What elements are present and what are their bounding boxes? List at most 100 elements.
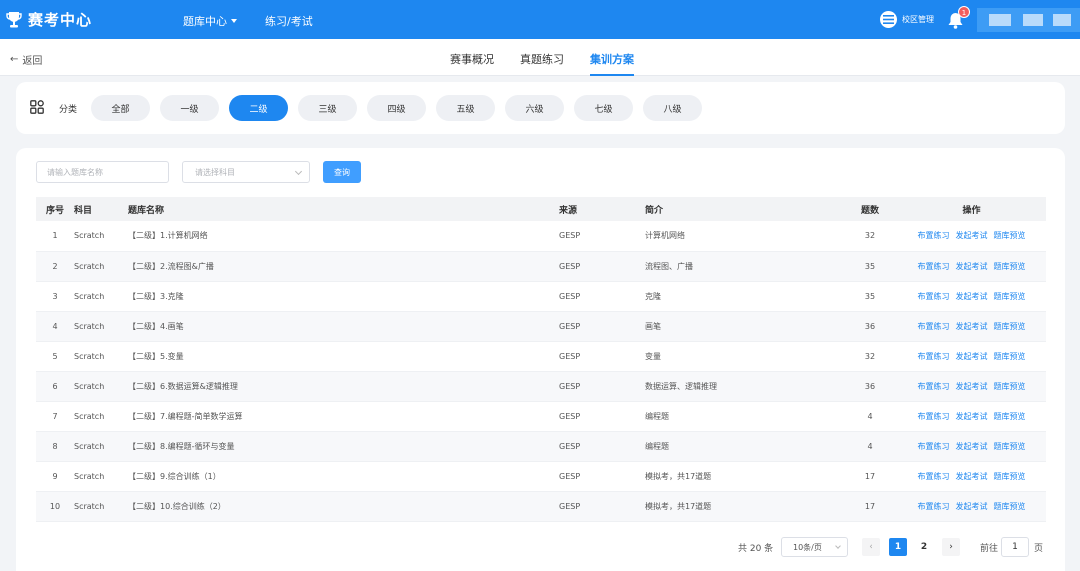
back-button[interactable]: ← 返回 <box>10 52 42 67</box>
preview-bank-link[interactable]: 题库预览 <box>994 352 1026 361</box>
category-pill[interactable]: 五级 <box>436 95 495 121</box>
cell-actions: 布置练习 发起考试 题库预览 <box>897 431 1046 461</box>
start-exam-link[interactable]: 发起考试 <box>956 502 988 511</box>
category-pill[interactable]: 六级 <box>505 95 564 121</box>
cell-count: 36 <box>864 321 876 331</box>
assign-practice-link[interactable]: 布置练习 <box>918 412 950 421</box>
assign-practice-link[interactable]: 布置练习 <box>918 262 950 271</box>
assign-practice-link[interactable]: 布置练习 <box>918 352 950 361</box>
start-exam-link[interactable]: 发起考试 <box>956 231 988 240</box>
cell-name: 【二级】4.画笔 <box>128 321 184 331</box>
cell-intro: 编程题 <box>645 441 669 451</box>
subject-select-placeholder: 请选择科目 <box>195 167 235 177</box>
category-pill[interactable]: 四级 <box>367 95 426 121</box>
arrow-left-icon: ← <box>10 54 19 65</box>
cell-name: 【二级】5.变量 <box>128 351 184 361</box>
page-size-value: 10条/页 <box>793 542 822 552</box>
assign-practice-link[interactable]: 布置练习 <box>918 502 950 511</box>
top-nav: 题库中心 练习/考试 <box>183 13 313 29</box>
cell-name: 【二级】2.流程图&广播 <box>128 261 214 271</box>
question-bank-table: 序号 科目 题库名称 来源 简介 题数 操作 1 Scratch 【二级】1.计算机… <box>36 197 1046 522</box>
cell-source: GESP <box>559 231 581 241</box>
col-header-actions: 操作 <box>962 205 981 216</box>
table-row: 8 Scratch 【二级】8.编程题-循环与变量 GESP 编程题 4 布置练习 发起考试题… <box>36 431 1046 461</box>
assign-practice-link[interactable]: 布置练习 <box>918 322 950 331</box>
cell-no: 10 <box>49 501 61 511</box>
pagination: 共 20 条 10条/页 ‹ 1 2 › 前往 页 <box>16 537 1065 557</box>
category-pill[interactable]: 一级 <box>160 95 219 121</box>
prev-page-button[interactable]: ‹ <box>862 538 880 556</box>
tab-past-papers[interactable]: 真题练习 <box>520 51 564 76</box>
preview-bank-link[interactable]: 题库预览 <box>994 322 1026 331</box>
bank-name-search-input[interactable] <box>36 161 169 183</box>
preview-bank-link[interactable]: 题库预览 <box>994 231 1026 240</box>
preview-bank-link[interactable]: 题库预览 <box>994 442 1026 451</box>
assign-practice-link[interactable]: 布置练习 <box>918 472 950 481</box>
caret-down-icon <box>231 19 237 23</box>
app-logo[interactable]: 赛考中心 <box>6 9 92 30</box>
chevron-left-icon: ‹ <box>869 542 873 552</box>
goto-page-input[interactable] <box>1001 537 1029 557</box>
cell-name: 【二级】6.数据运算&逻辑推理 <box>128 381 238 391</box>
category-pill[interactable]: 全部 <box>91 95 150 121</box>
assign-practice-link[interactable]: 布置练习 <box>918 231 950 240</box>
start-exam-link[interactable]: 发起考试 <box>956 472 988 481</box>
tab-overview[interactable]: 赛事概况 <box>450 51 494 76</box>
blur-block <box>1053 14 1071 26</box>
campus-management-button[interactable]: 校区管理 <box>880 11 934 28</box>
next-page-button[interactable]: › <box>942 538 960 556</box>
query-button[interactable]: 查询 <box>323 161 361 183</box>
cell-source: GESP <box>559 381 581 391</box>
cell-count: 32 <box>864 351 876 361</box>
cell-name: 【二级】8.编程题-循环与变量 <box>128 441 235 451</box>
notification-badge: 1 <box>958 6 970 18</box>
cell-count: 32 <box>864 231 876 241</box>
table-row: 4 Scratch 【二级】4.画笔 GESP 画笔 36 布置练习 发起考试 题库预览 <box>36 311 1046 341</box>
category-pill[interactable]: 三级 <box>298 95 357 121</box>
tab-training-plan[interactable]: 集训方案 <box>590 51 634 76</box>
cell-no: 3 <box>52 291 58 301</box>
category-pill[interactable]: 二级 <box>229 95 288 121</box>
preview-bank-link[interactable]: 题库预览 <box>994 472 1026 481</box>
cell-actions: 布置练习 发起考试 题库预览 <box>897 401 1046 431</box>
start-exam-link[interactable]: 发起考试 <box>956 382 988 391</box>
cell-actions: 布置练习 发起考试 题库预览 <box>897 221 1046 251</box>
category-pill[interactable]: 七级 <box>574 95 633 121</box>
start-exam-link[interactable]: 发起考试 <box>956 412 988 421</box>
category-grid-icon <box>30 100 44 114</box>
cell-actions: 布置练习 发起考试 题库预览 <box>897 281 1046 311</box>
nav-practice-exam[interactable]: 练习/考试 <box>265 13 313 29</box>
preview-bank-link[interactable]: 题库预览 <box>994 382 1026 391</box>
preview-bank-link[interactable]: 题库预览 <box>994 412 1026 421</box>
category-pill[interactable]: 八级 <box>643 95 702 121</box>
cell-subject: Scratch <box>74 501 105 511</box>
page-size-select[interactable]: 10条/页 <box>781 537 848 557</box>
preview-bank-link[interactable]: 题库预览 <box>994 292 1026 301</box>
cell-count: 17 <box>864 471 876 481</box>
cell-actions: 布置练习 发起考试 题库预览 <box>897 371 1046 401</box>
cell-intro: 画笔 <box>645 321 661 331</box>
page-button-1[interactable]: 1 <box>889 538 907 556</box>
assign-practice-link[interactable]: 布置练习 <box>918 292 950 301</box>
subject-select[interactable]: 请选择科目 <box>182 161 310 183</box>
preview-bank-link[interactable]: 题库预览 <box>994 502 1026 511</box>
start-exam-link[interactable]: 发起考试 <box>956 322 988 331</box>
cell-actions: 布置练习 发起考试 题库预览 <box>897 341 1046 371</box>
goto-label: 前往 <box>980 544 999 554</box>
preview-bank-link[interactable]: 题库预览 <box>994 262 1026 271</box>
pagination-total: 共 20 条 <box>738 544 774 554</box>
notification-button[interactable]: 1 <box>948 6 970 30</box>
assign-practice-link[interactable]: 布置练习 <box>918 382 950 391</box>
start-exam-link[interactable]: 发起考试 <box>956 442 988 451</box>
assign-practice-link[interactable]: 布置练习 <box>918 442 950 451</box>
start-exam-link[interactable]: 发起考试 <box>956 352 988 361</box>
chevron-right-icon: › <box>949 542 953 552</box>
cell-count: 4 <box>867 411 873 421</box>
col-header-intro: 简介 <box>645 205 664 216</box>
col-header-subject: 科目 <box>74 205 93 216</box>
nav-question-bank-center[interactable]: 题库中心 <box>183 13 237 29</box>
start-exam-link[interactable]: 发起考试 <box>956 262 988 271</box>
page-button-2[interactable]: 2 <box>915 538 933 556</box>
start-exam-link[interactable]: 发起考试 <box>956 292 988 301</box>
user-profile-blurred[interactable] <box>977 8 1080 32</box>
